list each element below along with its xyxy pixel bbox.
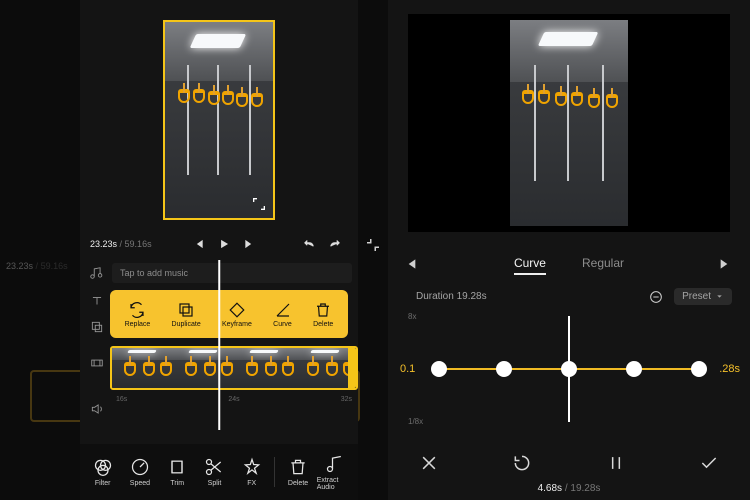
next-clip-button[interactable] bbox=[718, 256, 736, 274]
filter-icon bbox=[93, 457, 113, 477]
timeline-ruler: 16s24s32s bbox=[110, 396, 358, 410]
preview-image bbox=[165, 22, 273, 218]
curve-node[interactable] bbox=[431, 361, 447, 377]
split-tool[interactable]: Split bbox=[196, 457, 233, 487]
duration-label: Duration 19.28s bbox=[416, 291, 487, 302]
separator bbox=[274, 457, 275, 487]
prev-clip-button[interactable] bbox=[402, 256, 420, 274]
speed-tab-row: Curve Regular bbox=[388, 248, 750, 282]
y-min-label: 1/8x bbox=[408, 417, 423, 426]
filter-tool[interactable]: Filter bbox=[84, 457, 121, 487]
curve-button[interactable]: Curve bbox=[273, 301, 292, 328]
delete-tool[interactable]: Delete bbox=[279, 457, 316, 487]
pause-button[interactable] bbox=[605, 452, 627, 474]
extract-audio-tool[interactable]: Extract Audio bbox=[317, 454, 354, 491]
fx-icon bbox=[242, 457, 262, 477]
add-music-hint[interactable]: Tap to add music bbox=[112, 263, 352, 283]
trash-icon bbox=[314, 301, 332, 319]
music-icon[interactable] bbox=[86, 263, 106, 283]
duplicate-button[interactable]: Duplicate bbox=[172, 301, 201, 328]
overlay-layer-icon[interactable] bbox=[86, 316, 108, 338]
reset-button[interactable] bbox=[511, 452, 533, 474]
undo-button[interactable] bbox=[300, 235, 318, 253]
trim-icon bbox=[167, 457, 187, 477]
x-end-label: .28s bbox=[719, 363, 740, 375]
curve-node[interactable] bbox=[691, 361, 707, 377]
collapse-icon[interactable] bbox=[364, 236, 382, 254]
speed-tool[interactable]: Speed bbox=[121, 457, 158, 487]
curve-timecode: 4.68s / 19.28s bbox=[388, 483, 750, 494]
play-button[interactable] bbox=[215, 235, 233, 253]
volume-icon[interactable] bbox=[86, 398, 108, 420]
video-preview[interactable] bbox=[408, 14, 730, 232]
transport-bar: 23.23s / 59.16s bbox=[80, 230, 358, 258]
fx-tool[interactable]: FX bbox=[233, 457, 270, 487]
duplicate-icon bbox=[177, 301, 195, 319]
speed-icon bbox=[130, 457, 150, 477]
clip-action-toolbar: Replace Duplicate Keyframe Curve Delete bbox=[110, 290, 348, 338]
duration-row: Duration 19.28s Preset bbox=[416, 288, 732, 305]
clip-layer-icon[interactable] bbox=[86, 352, 108, 374]
split-icon bbox=[204, 457, 224, 477]
keyframe-icon bbox=[228, 301, 246, 319]
fullscreen-icon[interactable] bbox=[251, 196, 267, 212]
curve-node[interactable] bbox=[496, 361, 512, 377]
video-preview-selected[interactable] bbox=[163, 20, 275, 220]
trim-tool[interactable]: Trim bbox=[159, 457, 196, 487]
redo-button[interactable] bbox=[326, 235, 344, 253]
confirm-button[interactable] bbox=[698, 452, 720, 474]
cancel-button[interactable] bbox=[418, 452, 440, 474]
replace-icon bbox=[128, 301, 146, 319]
bottom-tool-bar: Filter Speed Trim Split FX Delete Extrac… bbox=[80, 444, 358, 500]
tab-curve[interactable]: Curve bbox=[514, 256, 546, 275]
extract-audio-icon bbox=[325, 454, 345, 474]
timeline-clip-selected[interactable] bbox=[110, 346, 358, 390]
curve-icon bbox=[274, 301, 292, 319]
tab-regular[interactable]: Regular bbox=[582, 256, 624, 275]
curve-node[interactable] bbox=[561, 361, 577, 377]
y-max-label: 8x bbox=[408, 312, 416, 321]
text-layer-icon[interactable] bbox=[86, 290, 108, 312]
x-start-label: 0.1 bbox=[400, 363, 415, 375]
curve-controls bbox=[418, 452, 720, 474]
trash-icon bbox=[288, 457, 308, 477]
playhead[interactable] bbox=[218, 260, 220, 430]
curve-node[interactable] bbox=[626, 361, 642, 377]
preset-dropdown[interactable]: Preset bbox=[674, 288, 732, 305]
speed-curve-graph[interactable]: 8x 1/8x 0.1 .28s bbox=[398, 310, 740, 428]
prev-frame-button[interactable] bbox=[189, 235, 207, 253]
timecode: 23.23s / 59.16s bbox=[90, 239, 152, 249]
editor-pane-left: 23.23s / 59.16s Tap to add music Replace bbox=[80, 0, 358, 500]
speed-curve-pane: Curve Regular Duration 19.28s Preset 8x … bbox=[388, 0, 750, 500]
ghost-timecode: 23.23s / 59.16s bbox=[6, 261, 68, 271]
preview-image bbox=[510, 20, 628, 226]
keyframe-button[interactable]: Keyframe bbox=[222, 301, 252, 328]
replace-button[interactable]: Replace bbox=[125, 301, 151, 328]
delete-clip-button[interactable]: Delete bbox=[313, 301, 333, 328]
remove-keyframe-button[interactable] bbox=[648, 289, 664, 305]
next-frame-button[interactable] bbox=[241, 235, 259, 253]
